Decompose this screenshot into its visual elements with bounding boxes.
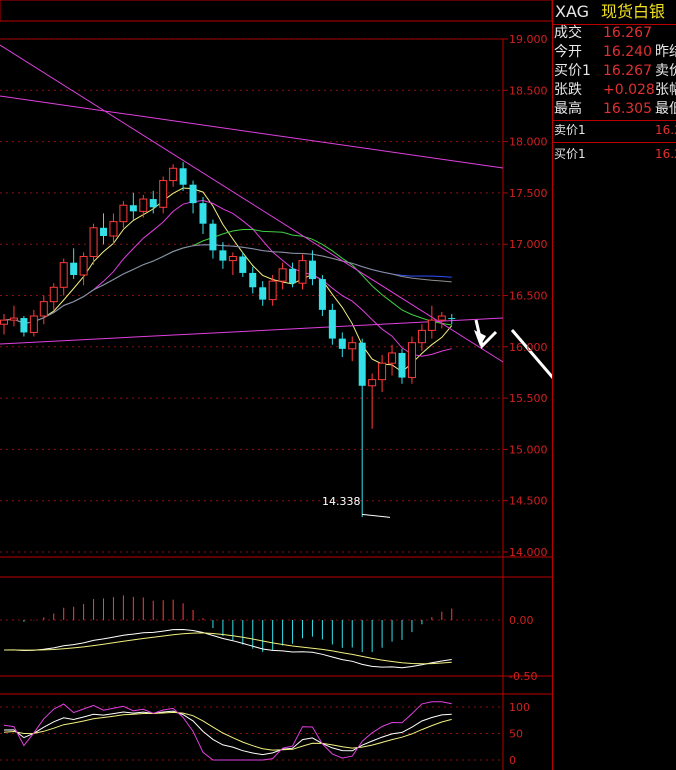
candle-body [49, 286, 58, 303]
candle-body [129, 205, 137, 212]
candle-body [427, 319, 436, 331]
quote-row: 最高 16.305 最低 [554, 101, 676, 117]
candle-body [249, 272, 257, 288]
candle-body [318, 279, 326, 310]
macd-panel: 0.00 -0.50 [0, 595, 537, 683]
candle-body [219, 250, 227, 261]
candle-body [298, 260, 307, 284]
moving-averages [3, 187, 453, 373]
quote-panel: XAG 现货白银 成交 16.267 今开 16.240 昨结 买价1 16.2… [552, 0, 676, 770]
price-tick-label: 14.500 [509, 495, 548, 508]
kdj-d-line [3, 711, 452, 751]
ma-line [3, 199, 452, 357]
trendline [0, 44, 504, 363]
trendline [0, 95, 504, 169]
candle-body [79, 256, 88, 276]
silver-chart: 14.338 0.00 -0.50 100 50 0 19.000 18.500 18.0… [0, 0, 552, 770]
candle-body [179, 168, 187, 185]
candle-body [119, 204, 128, 223]
candle-body [20, 318, 28, 333]
macd-tick-label: -0.50 [509, 670, 537, 683]
title-bar-frame [0, 0, 552, 22]
candle-body [358, 342, 366, 386]
macd-tick-label: 0.00 [509, 614, 534, 627]
quote-row: 买价1 16.267 卖价 [554, 63, 676, 79]
price-tick-label: 17.000 [509, 238, 548, 251]
candle-body [100, 227, 107, 236]
low-leader [361, 513, 391, 518]
candle-body [388, 352, 397, 364]
price-axis: 19.000 18.500 18.000 17.500 17.000 16.500 16.0… [503, 33, 548, 559]
quote-row: 成交 16.267 [554, 25, 652, 41]
ma-line [3, 187, 453, 373]
price-tick-label: 14.000 [509, 546, 548, 559]
candle-body [407, 342, 416, 379]
candle-body [289, 268, 297, 284]
candlestick-series [0, 162, 456, 518]
candle-body [328, 309, 336, 339]
candle-body [109, 221, 118, 237]
instrument-name: 现货白银 [601, 2, 666, 21]
price-tick-label: 16.500 [509, 290, 548, 303]
candle-body [70, 262, 78, 275]
price-tick-label: 19.000 [509, 33, 548, 46]
price-tick-label: 15.500 [509, 392, 548, 405]
candle-body [159, 180, 168, 208]
ma-line [3, 244, 452, 325]
candle-body [338, 338, 346, 349]
candle-body [348, 342, 357, 350]
candle-body [278, 268, 287, 282]
price-tick-label: 16.000 [509, 341, 548, 354]
divider [553, 142, 676, 143]
candle-body [29, 315, 38, 333]
quote-row: 今开 16.240 昨结 [554, 44, 676, 60]
price-tick-label: 17.500 [509, 187, 548, 200]
quote-header: XAG 现货白银 [553, 0, 676, 24]
price-tick-label: 15.000 [509, 443, 548, 456]
candle-body [437, 315, 446, 321]
bid-row: 买价1 16.2 [554, 147, 676, 161]
candle-body [228, 256, 237, 262]
candle-body [268, 280, 277, 301]
candle-body [9, 317, 18, 321]
ask-row: 卖价1 16.2 [554, 123, 676, 137]
low-annotation: 14.338 [322, 495, 361, 508]
candle-body [0, 319, 8, 325]
candle-body [139, 198, 148, 212]
macd-dea-line [4, 632, 452, 665]
candle-body [378, 362, 387, 381]
candle-body [169, 167, 178, 182]
candle-body [239, 256, 247, 273]
kdj-j-line [3, 701, 452, 761]
quote-row: 张跌 +0.028 张幅 [554, 82, 676, 98]
candle-body [59, 262, 68, 288]
trendline [0, 317, 504, 345]
candle-body [149, 199, 157, 208]
kdj-k-line [3, 710, 452, 756]
price-tick-label: 18.000 [509, 136, 548, 149]
kdj-tick-label: 100 [509, 701, 530, 714]
candle-body [39, 301, 48, 317]
candle-body [89, 227, 98, 258]
candle-body [417, 329, 426, 344]
candle-body [199, 203, 207, 224]
kdj-panel: 100 50 0 [0, 701, 530, 767]
chart-grid [0, 0, 552, 770]
candle-body [308, 260, 316, 280]
ma-line [3, 244, 452, 325]
candle-body [368, 379, 377, 387]
candle-body [189, 184, 197, 204]
candle-body [398, 352, 406, 378]
candle-body [448, 318, 456, 320]
trend-lines [0, 44, 504, 363]
candle-body [259, 287, 267, 300]
price-tick-label: 18.500 [509, 84, 548, 97]
symbol: XAG [555, 2, 590, 21]
kdj-tick-label: 0 [509, 754, 516, 767]
kdj-tick-label: 50 [509, 728, 523, 741]
candle-body [209, 223, 217, 251]
